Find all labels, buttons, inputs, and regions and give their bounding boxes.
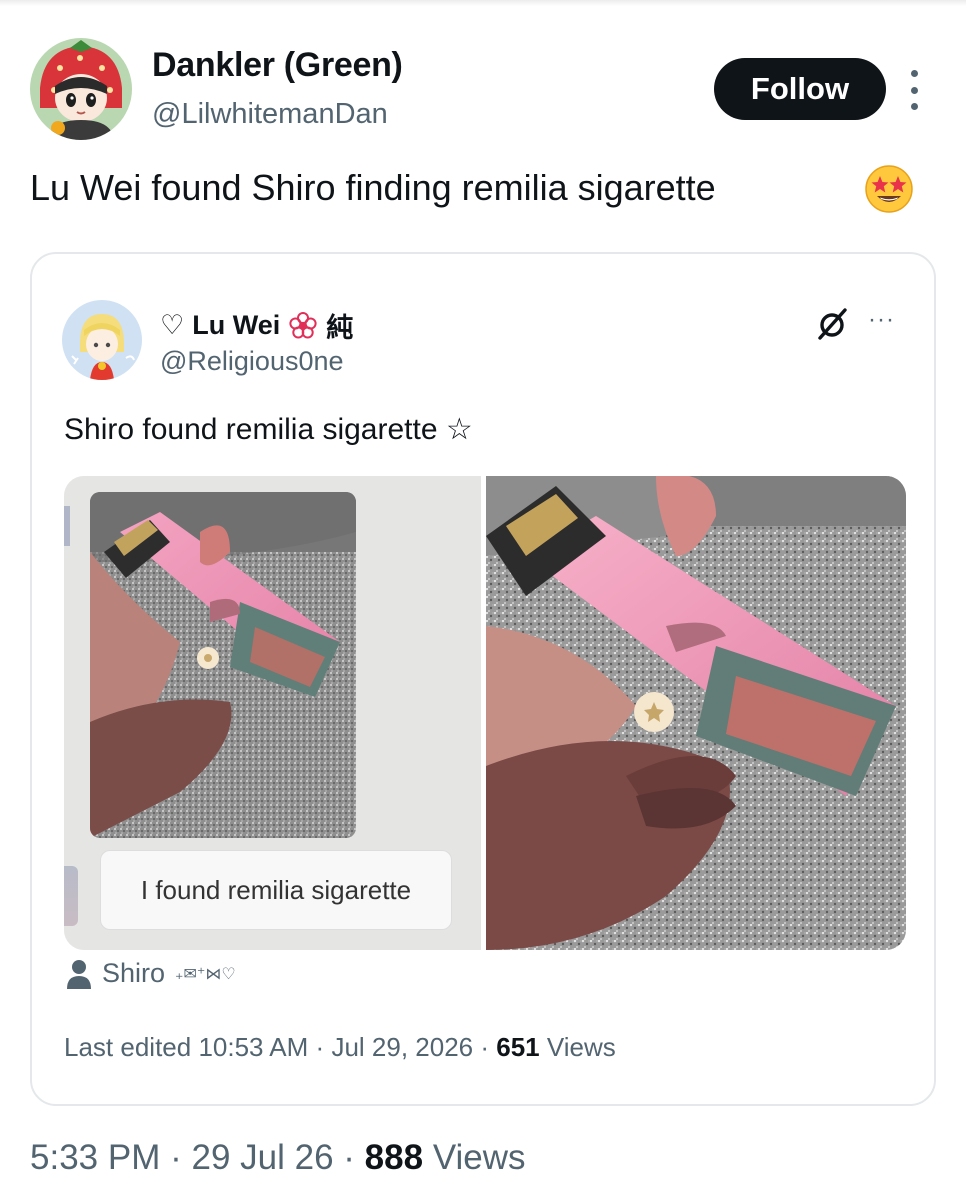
meta-separator: ·: [170, 1138, 182, 1177]
person-icon: [67, 959, 91, 989]
blonde-character-avatar-icon: [62, 300, 142, 380]
meta-separator: ·: [315, 1032, 325, 1062]
quoted-avatar[interactable]: [62, 300, 142, 380]
quoted-name-suffix: 純: [326, 313, 354, 343]
quoted-media-grid[interactable]: I found remilia sigarette: [64, 476, 906, 950]
strawberry-girl-avatar-icon: [30, 38, 132, 140]
more-vertical-icon[interactable]: [904, 70, 924, 110]
tweet-date[interactable]: 29 Jul 26: [191, 1138, 333, 1177]
author-handle[interactable]: @LilwhitemanDan: [152, 97, 403, 131]
quoted-views-label: Views: [546, 1032, 616, 1062]
media-image-lighter-photo[interactable]: [486, 476, 906, 950]
tweet-text: Lu Wei found Shiro finding remilia sigar…: [30, 167, 716, 208]
quoted-more-icon[interactable]: ···: [868, 308, 895, 332]
quoted-meta: Last edited 10:53 AM · Jul 29, 2026 · 65…: [64, 1032, 616, 1063]
star-struck-emoji-icon: [865, 165, 913, 213]
meta-separator: ·: [480, 1032, 490, 1062]
edited-time[interactable]: 10:53 AM: [198, 1032, 308, 1062]
grok-icon[interactable]: [814, 306, 850, 342]
quoted-post[interactable]: ♡ Lu Wei 純 @Religious0ne ··· Shiro found…: [30, 252, 936, 1106]
flower-badge-icon: [289, 311, 317, 338]
tweet-time[interactable]: 5:33 PM: [30, 1138, 160, 1177]
follow-button[interactable]: Follow: [714, 58, 886, 120]
edited-date[interactable]: Jul 29, 2026: [331, 1032, 473, 1062]
chat-avatar-strip: [64, 506, 70, 546]
edited-prefix: Last edited: [64, 1032, 192, 1062]
meta-separator: ·: [343, 1138, 355, 1177]
tagged-user-name: Shiro: [102, 958, 166, 988]
tagged-user-decoration: ₊✉︎⁺⋈♡: [175, 965, 236, 983]
chat-sender-strip: [64, 866, 78, 926]
media-image-chat-screenshot[interactable]: I found remilia sigarette: [64, 476, 481, 950]
quoted-text: Shiro found remilia sigarette ☆: [64, 413, 473, 446]
quoted-views-count: 651: [496, 1032, 540, 1062]
quoted-name-row[interactable]: ♡ Lu Wei 純: [160, 306, 353, 345]
top-edge: [0, 0, 966, 6]
chat-message-bubble: I found remilia sigarette: [100, 850, 452, 930]
quoted-handle[interactable]: @Religious0ne: [160, 346, 344, 377]
tagged-user-row[interactable]: Shiro ₊✉︎⁺⋈♡: [66, 958, 236, 989]
author-avatar[interactable]: [30, 38, 132, 140]
quoted-display-name: Lu Wei: [192, 310, 281, 340]
tweet-views-label: Views: [432, 1138, 526, 1177]
author-info: Dankler (Green) @LilwhitemanDan: [152, 45, 403, 131]
heart-prefix: ♡: [160, 310, 185, 340]
author-display-name[interactable]: Dankler (Green): [152, 45, 403, 85]
tweet-views-count: 888: [364, 1138, 424, 1177]
tweet-meta: 5:33 PM · 29 Jul 26 · 888 Views: [30, 1138, 526, 1178]
chat-photo-lighter: [90, 492, 356, 838]
